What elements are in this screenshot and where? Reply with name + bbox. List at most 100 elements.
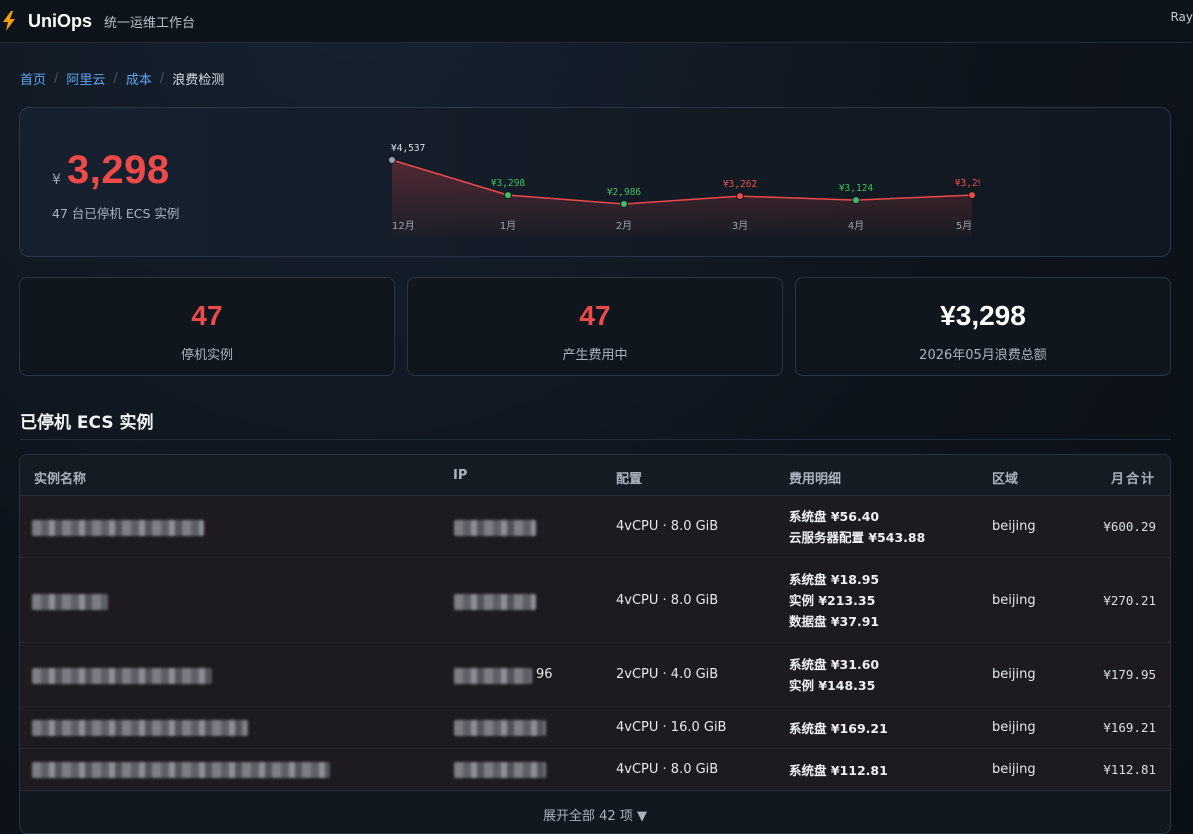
waste-amount: 3,298 [67, 148, 170, 192]
trend-point[interactable] [620, 200, 628, 208]
monthly-total-cell: ¥600.29 [1103, 519, 1156, 534]
table-row[interactable]: 4vCPU · 8.0 GiB 系统盘 ¥18.95 实例 ¥213.35 数据… [20, 558, 1170, 643]
cost-detail-cell: 系统盘 ¥31.60 实例 ¥148.35 [789, 654, 879, 696]
table-row[interactable]: 96 2vCPU · 4.0 GiB 系统盘 ¥31.60 实例 ¥148.35… [20, 643, 1170, 707]
trend-value-label: ¥2,986 [607, 187, 642, 198]
header-region[interactable]: 区域 [992, 468, 1018, 487]
breadcrumb-separator: / [159, 71, 165, 86]
stat-card-stopped: 47 停机实例 [19, 277, 395, 376]
trend-month-label: 5月 [956, 220, 972, 232]
divider [20, 439, 1171, 440]
trend-value-label: ¥3,124 [839, 183, 874, 194]
region-cell: beijing [992, 720, 1036, 735]
section-title: 已停机 ECS 实例 [20, 413, 154, 433]
cost-item: 系统盘 ¥18.95 [789, 572, 880, 587]
cost-detail-cell: 系统盘 ¥18.95 实例 ¥213.35 数据盘 ¥37.91 [789, 569, 879, 632]
trend-area [392, 160, 972, 236]
region-cell: beijing [992, 667, 1036, 682]
trend-point[interactable] [736, 192, 744, 201]
stopped-instances-table: 实例名称 IP 配置 费用明细 区域 月合计 4vCPU · 8.0 GiB 系… [19, 454, 1171, 834]
region-cell: beijing [992, 519, 1036, 534]
redacted-instance-name [32, 594, 108, 610]
breadcrumb-current: 浪费检测 [172, 73, 225, 88]
redacted-ip [454, 594, 536, 610]
stat-value: 47 [579, 300, 611, 331]
config-cell: 4vCPU · 16.0 GiB [616, 720, 727, 735]
breadcrumb-separator: / [113, 71, 118, 86]
header-config[interactable]: 配置 [616, 468, 642, 487]
cost-item: 实例 ¥148.35 [789, 678, 876, 693]
stat-value: ¥3,298 [940, 300, 1026, 331]
breadcrumb-home[interactable]: 首页 [20, 69, 46, 88]
cost-item: 系统盘 ¥169.21 [789, 721, 888, 736]
trend-value-label: ¥3,298 [491, 178, 526, 189]
redacted-ip [454, 762, 546, 778]
stat-label: 停机实例 [180, 348, 233, 363]
config-cell: 4vCPU · 8.0 GiB [616, 519, 719, 534]
currency-symbol: ¥ [52, 172, 61, 188]
trend-value-label: ¥4,537 [391, 143, 425, 154]
redacted-ip [454, 668, 532, 684]
table-header: 实例名称 IP 配置 费用明细 区域 月合计 [20, 455, 1170, 496]
cost-detail-cell: 系统盘 ¥169.21 [789, 718, 888, 739]
redacted-instance-name [32, 668, 212, 684]
redacted-instance-name [32, 720, 248, 736]
trend-value-label: ¥3,262 [723, 179, 757, 190]
monthly-total-cell: ¥169.21 [1103, 720, 1156, 735]
stat-label: 产生费用中 [562, 348, 628, 363]
trend-month-label: 4月 [848, 220, 864, 232]
cost-item: 数据盘 ¥37.91 [789, 614, 880, 629]
trend-point[interactable] [852, 196, 860, 205]
trend-month-label: 12月 [392, 220, 415, 232]
stat-label: 2026年05月浪费总额 [919, 348, 1047, 363]
stopped-instances-description: 47 台已停机 ECS 实例 [52, 206, 180, 221]
cost-item: 云服务器配置 ¥543.88 [789, 530, 926, 545]
header-ip[interactable]: IP [453, 468, 467, 483]
table-row[interactable]: 4vCPU · 16.0 GiB 系统盘 ¥169.21 beijing ¥16… [20, 707, 1170, 749]
cost-item: 系统盘 ¥56.40 [789, 509, 880, 524]
redacted-ip [454, 720, 546, 736]
table-row[interactable]: 4vCPU · 8.0 GiB 系统盘 ¥56.40 云服务器配置 ¥543.8… [20, 496, 1170, 558]
top-bar: UniOps 统一运维工作台 Ray [0, 0, 1193, 43]
region-cell: beijing [992, 762, 1036, 777]
trend-value-label: ¥3,298 [955, 178, 980, 189]
breadcrumb-separator: / [54, 71, 59, 86]
stat-card-billing: 47 产生费用中 [407, 277, 783, 376]
breadcrumb-cost[interactable]: 成本 [126, 69, 152, 88]
waste-summary-card: ¥ 3,298 47 台已停机 ECS 实例 ¥4,537 12月 ¥3,298 1月… [19, 107, 1171, 257]
config-cell: 4vCPU · 8.0 GiB [616, 762, 719, 777]
app-name[interactable]: UniOps [28, 11, 92, 32]
trend-month-label: 3月 [732, 220, 748, 232]
cost-detail-cell: 系统盘 ¥112.81 [789, 760, 888, 781]
redacted-ip [454, 520, 536, 536]
lightning-bolt-icon [3, 11, 15, 31]
trend-point[interactable] [968, 191, 976, 200]
breadcrumb-aliyun[interactable]: 阿里云 [66, 69, 105, 88]
cost-item: 系统盘 ¥112.81 [789, 763, 888, 778]
monthly-total-cell: ¥270.21 [1103, 593, 1156, 608]
app-subtitle: 统一运维工作台 [104, 15, 196, 31]
monthly-total-cell: ¥112.81 [1103, 762, 1156, 777]
cost-item: 实例 ¥213.35 [789, 593, 876, 608]
stat-value: 47 [191, 300, 223, 331]
trend-point[interactable] [388, 156, 396, 164]
cost-item: 系统盘 ¥31.60 [789, 657, 880, 672]
ip-suffix: 96 [536, 667, 553, 682]
user-name[interactable]: Ray [1170, 10, 1193, 24]
stat-card-total-waste: ¥3,298 2026年05月浪费总额 [795, 277, 1171, 376]
redacted-instance-name [32, 762, 330, 778]
expand-all-button[interactable]: 展开全部 42 项 ▼ [20, 791, 1170, 833]
header-cost-detail[interactable]: 费用明细 [789, 468, 841, 487]
region-cell: beijing [992, 593, 1036, 608]
table-row[interactable]: 4vCPU · 8.0 GiB 系统盘 ¥112.81 beijing ¥112… [20, 749, 1170, 791]
redacted-instance-name [32, 520, 204, 536]
config-cell: 4vCPU · 8.0 GiB [616, 593, 719, 608]
breadcrumb: 首页 / 阿里云 / 成本 / 浪费检测 [20, 69, 224, 88]
trend-point[interactable] [504, 191, 512, 200]
header-monthly-total[interactable]: 月合计 [1111, 468, 1156, 487]
config-cell: 2vCPU · 4.0 GiB [616, 667, 719, 682]
header-instance-name[interactable]: 实例名称 [34, 468, 86, 487]
monthly-cost-trend-chart: ¥4,537 12月 ¥3,298 1月 ¥2,986 2月 ¥3,262 3月 ¥3,124 4… [388, 143, 980, 236]
monthly-total-cell: ¥179.95 [1103, 667, 1156, 682]
trend-month-label: 1月 [500, 220, 516, 232]
